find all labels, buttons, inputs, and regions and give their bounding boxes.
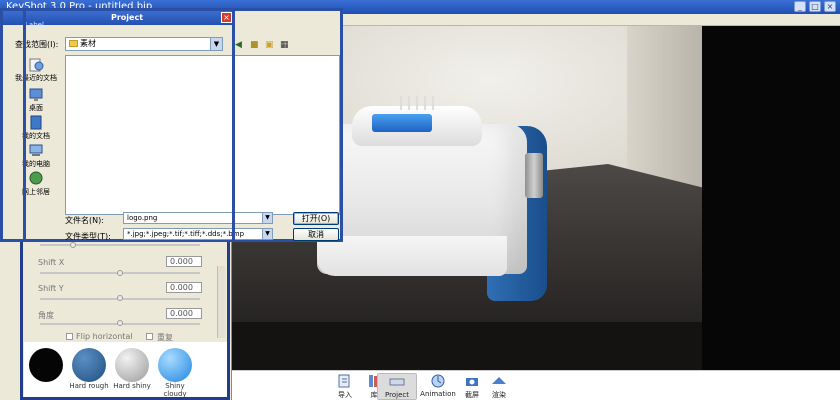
maximize-button[interactable]: □ — [809, 1, 821, 12]
device-screen — [372, 114, 432, 132]
network-icon — [29, 171, 43, 185]
lookin-select[interactable]: 素材 ▼ — [65, 37, 223, 51]
toolbar-project[interactable]: Project — [377, 373, 417, 400]
my-documents-icon — [30, 115, 42, 130]
lookin-label: 查找范围(I): — [15, 40, 59, 49]
toolbar-render[interactable]: 渲染 — [479, 373, 519, 400]
place-network[interactable]: 网上邻居 — [11, 171, 61, 197]
recent-documents-icon — [29, 58, 44, 72]
open-button[interactable]: 打开(O) — [293, 212, 339, 225]
my-computer-icon — [29, 144, 43, 156]
folder-icon — [69, 40, 78, 47]
place-recent[interactable]: 我最近的文档 — [11, 57, 61, 83]
dialog-title: Project — [111, 13, 144, 22]
bottom-toolbar: 导入 库 Project Animation 截屏 渲染 — [232, 370, 840, 400]
dialog-titlebar: Label Project × — [3, 11, 234, 29]
filetype-value: *.jpg;*.jpeg;*.tif;*.tiff;*.dds;*.bmp — [127, 230, 245, 238]
filetype-select[interactable]: *.jpg;*.jpeg;*.tif;*.tiff;*.dds;*.bmp ▼ — [123, 228, 273, 240]
filename-field[interactable]: logo.png ▼ — [123, 212, 273, 224]
place-my-computer[interactable]: 我的电脑 — [11, 143, 61, 169]
device-pins — [400, 96, 444, 110]
device-base — [317, 236, 507, 276]
lookin-value: 素材 — [80, 39, 96, 48]
places-bar: 我最近的文档 桌面 我的文档 我的电脑 网上邻居 — [11, 55, 61, 205]
view-menu-icon[interactable]: ▦ — [280, 40, 291, 50]
window-controls: _ □ × — [794, 1, 836, 12]
table-edge — [232, 322, 702, 370]
dialog-close-button[interactable]: × — [221, 12, 232, 23]
chevron-down-icon[interactable]: ▼ — [262, 229, 272, 239]
filetype-label: 文件类型(T): — [65, 232, 111, 241]
project-icon — [389, 378, 405, 386]
place-my-documents[interactable]: 我的文档 — [11, 115, 61, 141]
open-file-dialog: Label Project × 查找范围(I): 素材 ▼ ◀ ■ ▣ ▦ 我最… — [0, 8, 343, 242]
filename-value: logo.png — [127, 214, 158, 222]
chevron-down-icon[interactable]: ▼ — [210, 38, 222, 50]
desktop-icon — [29, 88, 43, 101]
dialog-subtitle: Label — [25, 21, 44, 29]
close-button[interactable]: × — [824, 1, 836, 12]
up-folder-icon[interactable]: ■ — [250, 40, 261, 50]
back-icon[interactable]: ◀ — [235, 40, 246, 50]
cancel-button[interactable]: 取消 — [293, 228, 339, 241]
filename-label: 文件名(N): — [65, 216, 104, 225]
animation-icon — [431, 374, 445, 388]
new-folder-icon[interactable]: ▣ — [265, 40, 276, 50]
dialog-nav-icons: ◀ ■ ▣ ▦ — [235, 40, 291, 50]
minimize-button[interactable]: _ — [794, 1, 806, 12]
place-desktop[interactable]: 桌面 — [11, 87, 61, 113]
render-icon — [492, 377, 506, 384]
file-list[interactable] — [65, 55, 340, 215]
chevron-down-icon[interactable]: ▼ — [262, 213, 272, 223]
device-cup — [525, 153, 543, 198]
import-icon — [338, 374, 350, 388]
